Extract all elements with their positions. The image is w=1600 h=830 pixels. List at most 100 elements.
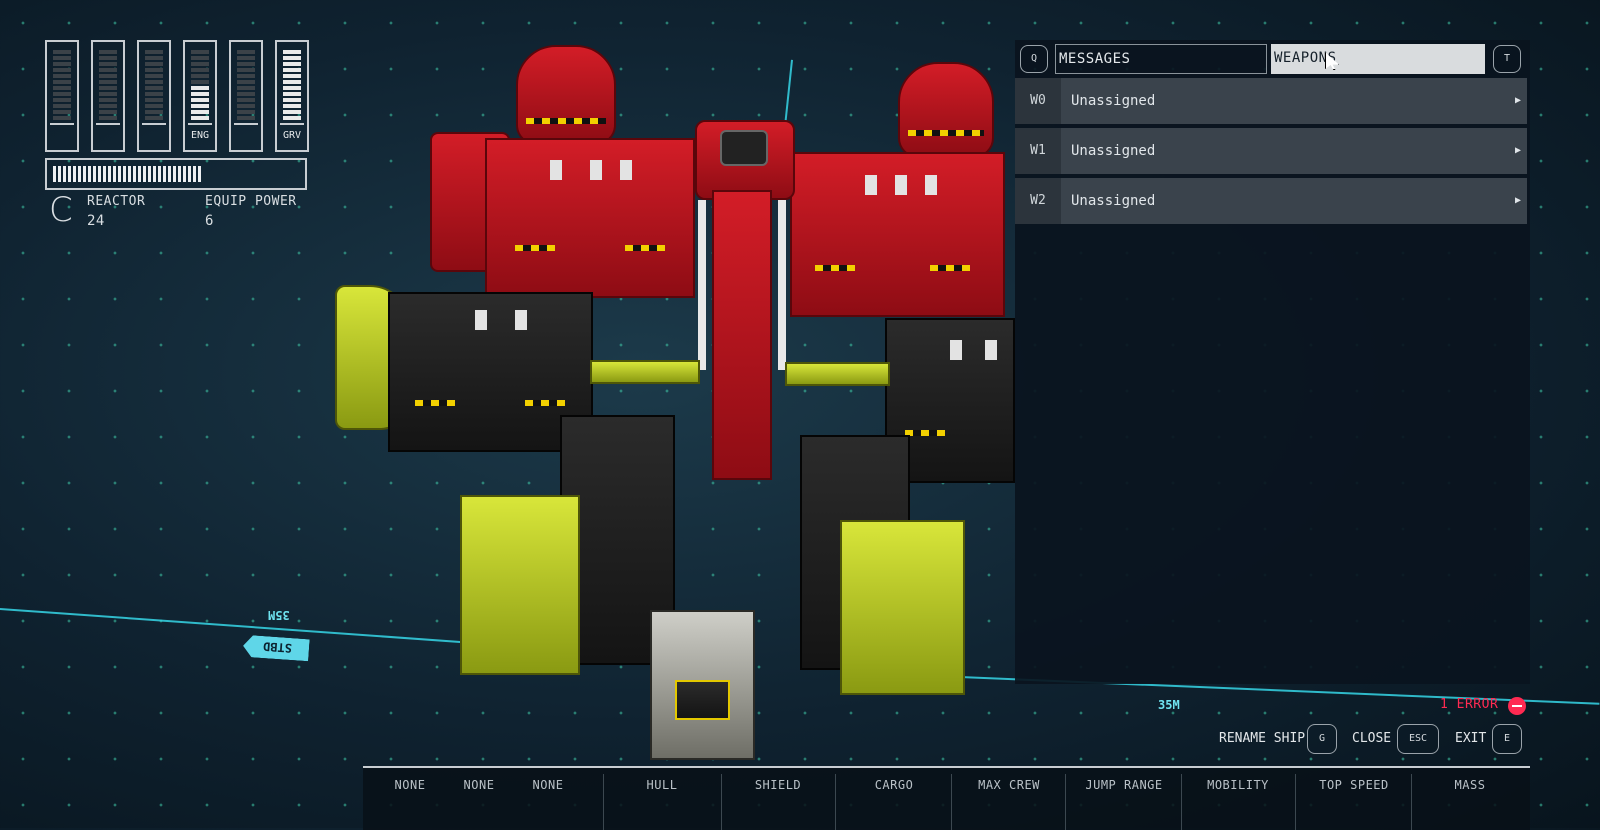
power-segment	[53, 110, 71, 114]
power-segment	[145, 68, 163, 72]
power-segment	[99, 68, 117, 72]
power-segment	[145, 110, 163, 114]
weapon-slot-name: Unassigned	[1071, 143, 1156, 159]
stat-top-speed: TOP SPEED	[1319, 778, 1389, 792]
power-segment	[191, 68, 209, 72]
power-segment	[237, 92, 255, 96]
weapon-slot-row[interactable]: W2 Unassigned ▶	[1015, 178, 1527, 224]
power-segment	[191, 80, 209, 84]
power-segment	[145, 74, 163, 78]
power-segment	[145, 92, 163, 96]
power-bar-grav-drive[interactable]: GRV	[275, 40, 309, 152]
power-segment	[237, 116, 255, 120]
power-segment	[283, 50, 301, 54]
power-bar-3[interactable]	[137, 40, 171, 152]
power-bar-1[interactable]	[45, 40, 79, 152]
power-segment	[145, 80, 163, 84]
ship-model[interactable]	[320, 40, 1040, 780]
power-segment	[145, 56, 163, 60]
power-segment	[237, 86, 255, 90]
equip-power-label: EQUIP POWER	[205, 194, 297, 209]
power-segment	[283, 80, 301, 84]
ship-bay-left	[460, 495, 580, 675]
stat-none-3: NONE	[532, 778, 564, 792]
rename-ship-key[interactable]: G	[1307, 724, 1337, 754]
ship-connector-left	[590, 360, 700, 384]
power-segment	[99, 86, 117, 90]
ship-stats-bar: NONE NONE NONE HULL SHIELD CARGO MAX CRE…	[363, 766, 1530, 830]
stat-max-crew: MAX CREW	[978, 778, 1040, 792]
power-segment	[237, 98, 255, 102]
close-key[interactable]: ESC	[1397, 724, 1439, 754]
power-segment	[191, 116, 209, 120]
power-segment	[237, 80, 255, 84]
power-segment	[145, 62, 163, 66]
weapon-slot-id: W1	[1015, 128, 1061, 174]
stat-jump-range: JUMP RANGE	[1085, 778, 1163, 792]
power-segment	[237, 56, 255, 60]
stat-mobility: MOBILITY	[1207, 778, 1269, 792]
tab-messages[interactable]: MESSAGES	[1055, 44, 1267, 74]
error-count[interactable]: 1 ERROR	[1440, 697, 1498, 712]
power-segment	[53, 50, 71, 54]
power-segment	[237, 104, 255, 108]
power-segment	[283, 86, 301, 90]
power-segment	[283, 74, 301, 78]
exit-key[interactable]: E	[1492, 724, 1522, 754]
weapon-slot-name: Unassigned	[1071, 193, 1156, 209]
close-label[interactable]: CLOSE	[1352, 724, 1391, 754]
ship-bay-right	[840, 520, 965, 695]
weapon-slot-id: W0	[1015, 78, 1061, 124]
power-segment	[191, 104, 209, 108]
power-bar-2[interactable]	[91, 40, 125, 152]
weapon-slot-row[interactable]: W0 Unassigned ▶	[1015, 78, 1527, 124]
power-segment	[191, 110, 209, 114]
power-segment	[99, 98, 117, 102]
power-segment	[145, 98, 163, 102]
power-segment	[283, 68, 301, 72]
chevron-right-icon: ▶	[1514, 195, 1521, 206]
power-segment	[53, 92, 71, 96]
power-segment	[283, 56, 301, 60]
power-segment	[283, 98, 301, 102]
ship-spine	[712, 190, 772, 480]
ship-cockpit-glass	[720, 130, 768, 166]
power-segment	[53, 116, 71, 120]
power-segment	[53, 74, 71, 78]
power-segment	[99, 74, 117, 78]
power-segment	[237, 68, 255, 72]
tab-weapons[interactable]: WEAPONS	[1271, 44, 1485, 74]
power-segment	[53, 104, 71, 108]
weapon-assignment-panel: Q MESSAGES WEAPONS T W0 Unassigned ▶ W1 …	[1015, 40, 1530, 684]
power-segment	[53, 86, 71, 90]
power-segment	[99, 110, 117, 114]
power-segment	[237, 50, 255, 54]
power-segment	[53, 98, 71, 102]
stat-hull: HULL	[646, 778, 678, 792]
power-bar-5[interactable]	[229, 40, 263, 152]
reactor-usage-bar	[45, 158, 307, 190]
stbd-marker: STBD	[242, 635, 309, 662]
power-segment	[145, 104, 163, 108]
power-segment	[283, 104, 301, 108]
prev-tab-key[interactable]: Q	[1020, 45, 1048, 73]
power-segment	[283, 116, 301, 120]
equip-power-value: 6	[205, 213, 214, 229]
chevron-right-icon: ▶	[1514, 145, 1521, 156]
next-tab-key[interactable]: T	[1493, 45, 1521, 73]
power-segment	[191, 50, 209, 54]
stbd-label: STBD	[262, 639, 293, 656]
power-segment	[99, 104, 117, 108]
power-bar-engine[interactable]: ENG	[183, 40, 217, 152]
power-segment	[145, 86, 163, 90]
power-allocation-hud: ENG GRV C REACTOR 24 EQUIP POWER 6	[45, 40, 310, 235]
power-segment	[99, 56, 117, 60]
weapon-slot-row[interactable]: W1 Unassigned ▶	[1015, 128, 1527, 174]
reactor-value: 24	[87, 213, 105, 229]
distance-marker-right: 35M	[1158, 698, 1180, 712]
weapon-slot-name: Unassigned	[1071, 93, 1156, 109]
exit-label[interactable]: EXIT	[1455, 724, 1486, 754]
power-bar-engine-label: ENG	[190, 130, 210, 141]
power-segment	[191, 92, 209, 96]
rename-ship-label[interactable]: RENAME SHIP	[1219, 724, 1305, 754]
